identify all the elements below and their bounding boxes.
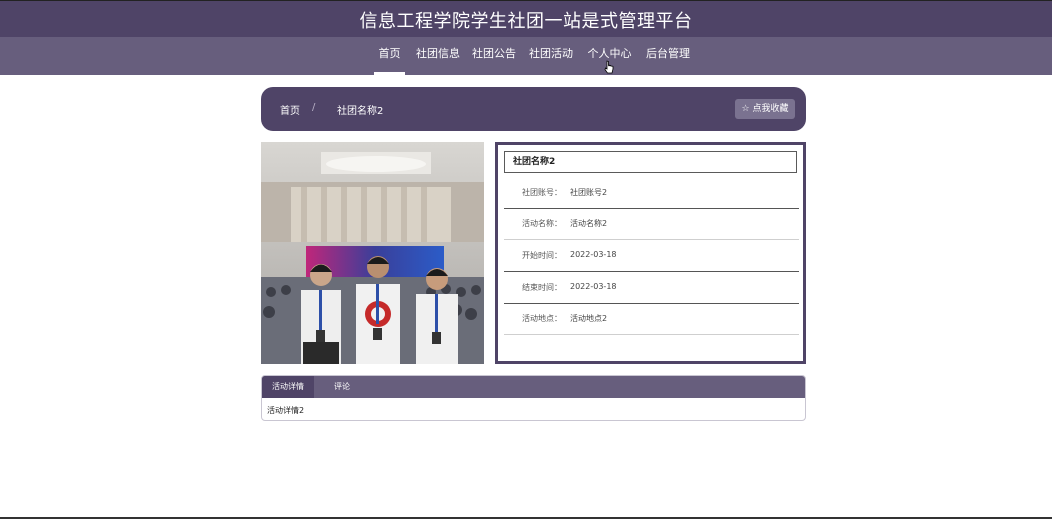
info-label: 开始时间： [522, 251, 562, 260]
tab-activity-details[interactable]: 活动详情 [262, 376, 314, 398]
tab-strip: 活动详情 评论 [262, 376, 805, 398]
nav-item-club-info[interactable]: 社团信息 [414, 37, 462, 75]
info-value: 活动地点2 [570, 314, 608, 323]
info-row-activity-name: 活动名称： 活动名称2 [504, 208, 799, 240]
nav-item-admin[interactable]: 后台管理 [643, 37, 693, 75]
info-label: 结束时间： [522, 283, 562, 292]
breadcrumb-current: 社团名称2 [337, 106, 384, 117]
info-label: 社团账号： [522, 188, 562, 197]
club-photo [261, 142, 484, 364]
title-bar: 信息工程学院学生社团一站是式管理平台 [0, 0, 1052, 37]
info-row-club-account: 社团账号： 社团账号2 [504, 177, 799, 209]
info-row-end-time: 结束时间： 2022-03-18 [504, 272, 799, 304]
tab-content: 活动详情2 [267, 406, 305, 415]
tab-comments[interactable]: 评论 [324, 376, 360, 398]
info-value: 2022-03-18 [570, 282, 617, 291]
info-row-activity-location: 活动地点： 活动地点2 [504, 303, 799, 335]
mouse-cursor-icon [604, 60, 614, 74]
info-value: 活动名称2 [570, 219, 608, 228]
breadcrumb-bar: 首页 / 社团名称2 [261, 87, 806, 131]
main-nav: 首页 社团信息 社团公告 社团活动 个人中心 后台管理 [0, 37, 1052, 75]
nav-item-club-notice[interactable]: 社团公告 [470, 37, 518, 75]
info-value: 2022-03-18 [570, 250, 617, 259]
club-info-panel: 社团名称2 社团账号： 社团账号2 活动名称： 活动名称2 开始时间： 2022… [495, 142, 806, 364]
info-label: 活动地点： [522, 314, 562, 323]
detail-tabs: 活动详情 评论 活动详情2 [261, 375, 806, 421]
breadcrumb-separator: / [312, 102, 316, 113]
favorite-button[interactable]: ☆ 点我收藏 [735, 99, 795, 119]
info-label: 活动名称： [522, 219, 562, 228]
info-value: 社团账号2 [570, 188, 608, 197]
breadcrumb-home[interactable]: 首页 [280, 102, 300, 117]
nav-item-home[interactable]: 首页 [374, 37, 405, 75]
info-title: 社团名称2 [504, 151, 797, 173]
site-title: 信息工程学院学生社团一站是式管理平台 [359, 11, 693, 32]
info-row-start-time: 开始时间： 2022-03-18 [504, 240, 799, 272]
nav-item-club-activity[interactable]: 社团活动 [527, 37, 575, 75]
